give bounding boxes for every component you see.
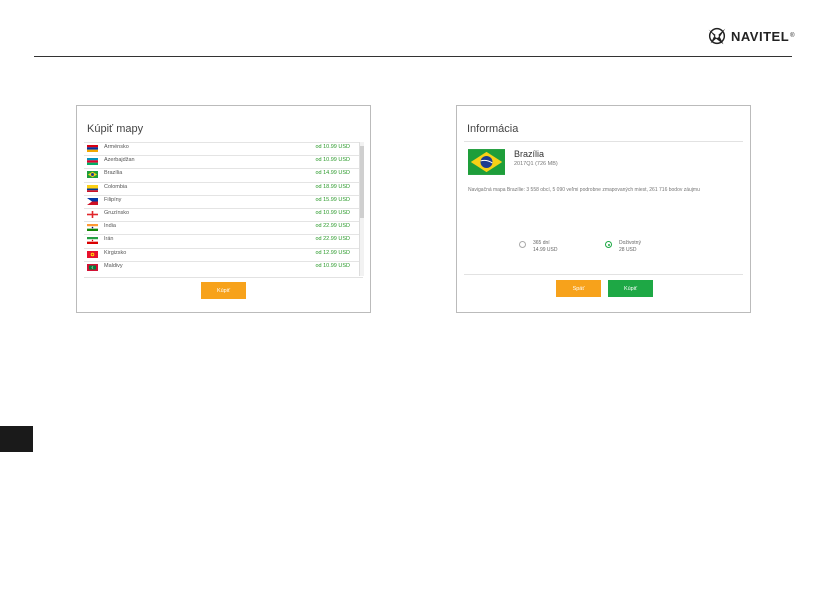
map-name: Colombia: [104, 183, 128, 190]
map-list-item[interactable]: Kirgizsko od 12.99 USD: [84, 247, 364, 261]
map-name: Gruzínsko: [104, 209, 130, 216]
buy-button[interactable]: Kúpiť: [201, 282, 246, 299]
map-name: Irán: [104, 236, 114, 243]
footer-divider: [464, 274, 743, 275]
brazil-flag-icon: [468, 149, 505, 175]
map-price: od 22.99 USD: [315, 223, 350, 230]
scrollbar-thumb[interactable]: [360, 146, 364, 218]
navitel-logo: NAVITEL ®: [706, 24, 795, 48]
radio-lifetime[interactable]: [605, 241, 612, 248]
map-list-item[interactable]: Brazília od 14.99 USD: [84, 168, 364, 181]
brazil-flag-icon: [87, 171, 98, 179]
kyrgyzstan-flag-icon: [87, 250, 98, 258]
map-name: Brazília: [514, 149, 545, 159]
footer-divider: [84, 277, 363, 278]
radio-365-days[interactable]: [519, 241, 526, 248]
map-list-item[interactable]: Gruzínsko od 10.99 USD: [84, 207, 364, 221]
map-price: od 10.99 USD: [315, 209, 350, 216]
map-list: Arménsko od 10.99 USD Azerbajdžan od 10.99 …: [84, 142, 364, 278]
brand-reg: ®: [790, 33, 795, 39]
buy-maps-title: Kúpiť mapy: [87, 123, 144, 135]
map-version-size: 2017Q1 (726 MB): [514, 161, 558, 167]
map-name: India: [104, 223, 116, 230]
map-list-item[interactable]: Azerbajdžan od 10.99 USD: [84, 155, 364, 168]
page-side-tab: [0, 426, 33, 452]
back-button[interactable]: Späť: [556, 280, 601, 297]
map-name: Maldivy: [104, 262, 123, 269]
title-divider: [464, 141, 743, 142]
map-price: od 14.99 USD: [315, 170, 350, 177]
map-name: Azerbajdžan: [104, 157, 135, 164]
option-price: 28 USD: [619, 247, 637, 253]
map-name: Arménsko: [104, 144, 129, 150]
navitel-logo-icon: [708, 27, 726, 45]
option-label: Doživotný: [619, 240, 641, 246]
option-price: 14.99 USD: [533, 247, 558, 253]
purchase-button[interactable]: Kúpiť: [608, 280, 653, 297]
header-divider: [34, 56, 792, 57]
map-price: od 10.99 USD: [315, 262, 350, 269]
map-list-item[interactable]: India od 22.99 USD: [84, 221, 364, 234]
map-list-item[interactable]: Filipíny od 15.99 USD: [84, 194, 364, 208]
buy-maps-panel: Kúpiť mapy Arménsko od 10.99 USD Azerbajdž…: [76, 105, 371, 313]
georgia-flag-icon: [87, 210, 98, 218]
map-price: od 15.99 USD: [315, 196, 350, 203]
map-price: od 10.99 USD: [315, 157, 350, 164]
map-list-item[interactable]: Irán od 22.99 USD: [84, 234, 364, 247]
map-price: od 22.99 USD: [315, 236, 350, 243]
map-list-item[interactable]: Maldivy od 10.99 USD: [84, 260, 364, 274]
map-price: od 10.99 USD: [315, 144, 350, 150]
info-title: Informácia: [467, 123, 519, 135]
colombia-flag-icon: [87, 184, 98, 192]
info-panel: Informácia Brazília 2017Q1 (726 MB) Navi…: [456, 105, 751, 313]
list-scrollbar[interactable]: [359, 142, 364, 276]
map-name: Brazília: [104, 170, 123, 177]
philippines-flag-icon: [87, 197, 98, 205]
map-name: Filipíny: [104, 196, 122, 203]
option-label: 365 dní: [533, 240, 550, 246]
map-list-item[interactable]: Arménsko od 10.99 USD: [84, 142, 364, 155]
map-price: od 12.99 USD: [315, 249, 350, 256]
india-flag-icon: [87, 224, 98, 232]
map-description: Navigačná mapa Brazílie: 3 558 obcí, 5 0…: [468, 187, 700, 193]
map-name: Kirgizsko: [104, 249, 127, 256]
maldives-flag-icon: [87, 263, 98, 271]
armenia-flag-icon: [87, 145, 98, 152]
azerbaijan-flag-icon: [87, 158, 98, 166]
iran-flag-icon: [87, 237, 98, 245]
map-list-item[interactable]: Colombia od 18.99 USD: [84, 181, 364, 195]
map-price: od 18.99 USD: [315, 183, 350, 190]
brand-name: NAVITEL: [731, 28, 790, 44]
